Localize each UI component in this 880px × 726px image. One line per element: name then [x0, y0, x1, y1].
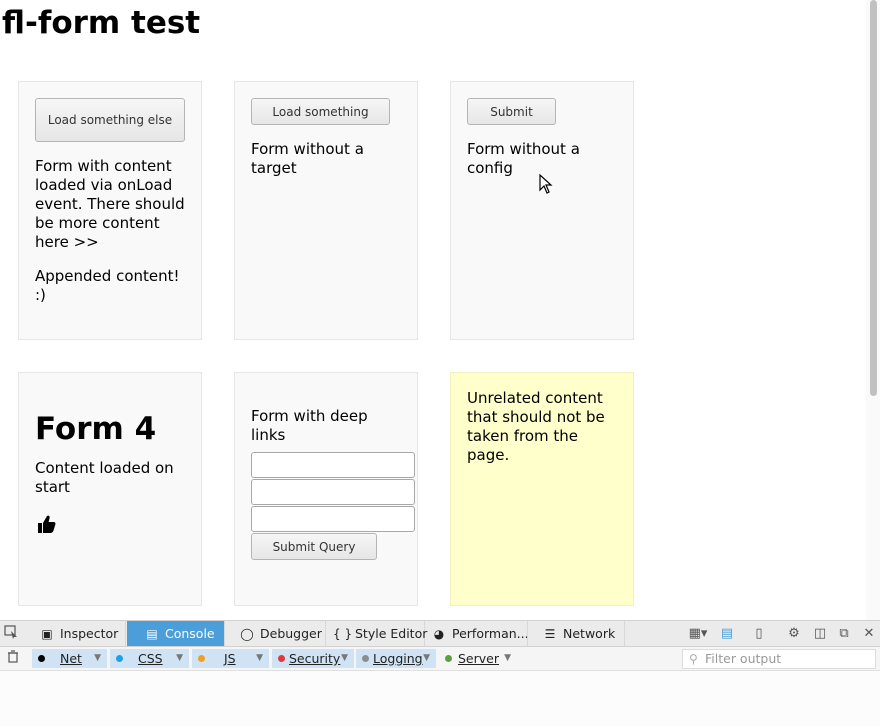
page-scrollbar[interactable] [866, 0, 880, 620]
deep-link-field-2[interactable] [251, 479, 415, 505]
net-dot-icon [38, 655, 45, 662]
dock-side-icon[interactable]: ◫ [811, 625, 829, 643]
logging-dot-icon [362, 655, 369, 662]
search-icon: ⚲ [689, 652, 698, 666]
filter-net[interactable]: Net ▼ [32, 649, 107, 668]
devtools-toolbar: ▣ Inspector ▤ Console ◯ Debugger { } Style E… [0, 621, 880, 647]
page-title: fl-form test [2, 5, 201, 41]
tab-network[interactable]: ☰ Network [529, 621, 625, 646]
debugger-icon: ◯ [240, 627, 254, 641]
deep-link-field-1[interactable] [251, 452, 415, 478]
filter-output-input[interactable]: ⚲ Filter output [682, 649, 876, 669]
form-card-5: Form with deep links Submit Query [234, 372, 418, 606]
network-icon: ☰ [544, 627, 556, 641]
close-icon[interactable]: ✕ [860, 625, 878, 643]
tab-style-editor[interactable]: { } Style Editor [327, 621, 427, 646]
js-dot-icon [198, 655, 205, 662]
tab-performance[interactable]: ◕ Performan... [426, 621, 528, 646]
split-console-icon[interactable]: ▤ [718, 625, 736, 643]
braces-icon: { } [333, 627, 353, 641]
card-6-text: Unrelated content that should not be tak… [467, 389, 605, 464]
card-3-text: Form without a config [467, 140, 580, 177]
chevron-down-icon: ▼ [94, 653, 101, 663]
tab-inspector[interactable]: ▣ Inspector [30, 621, 126, 646]
tab-debugger[interactable]: ◯ Debugger [226, 621, 326, 646]
form-4-heading: Form 4 [35, 411, 157, 447]
thumbs-up-icon [35, 513, 185, 539]
deep-link-field-3[interactable] [251, 506, 415, 532]
load-something-button[interactable]: Load something [251, 98, 390, 125]
css-dot-icon [116, 655, 123, 662]
server-dot-icon [445, 655, 452, 662]
split-layout-icon[interactable]: ▦▾ [686, 625, 710, 643]
tab-console[interactable]: ▤ Console [127, 621, 225, 646]
filter-css[interactable]: CSS ▼ [110, 649, 189, 668]
devtools-panel: ▣ Inspector ▤ Console ◯ Debugger { } Style E… [0, 620, 880, 726]
trash-icon[interactable] [4, 650, 22, 668]
undock-window-icon[interactable]: ⧉ [835, 625, 853, 643]
card-5-text: Form with deep links [251, 407, 368, 444]
form-card-3: Submit Form without a config [450, 81, 634, 340]
submit-query-button[interactable]: Submit Query [251, 533, 377, 560]
form-card-2: Load something Form without a target [234, 81, 418, 340]
filter-js[interactable]: JS ▼ [192, 649, 269, 668]
form-card-1: Load something else Form with content lo… [18, 81, 202, 340]
console-icon: ▤ [146, 627, 158, 641]
settings-gear-icon[interactable]: ⚙ [785, 625, 803, 643]
chevron-down-icon: ▼ [423, 653, 430, 663]
console-filter-bar: Net ▼ CSS ▼ JS ▼ Security ▼ Logging ▼ Se… [0, 647, 880, 671]
inspector-icon: ▣ [41, 627, 53, 641]
chevron-down-icon: ▼ [341, 653, 348, 663]
filter-server[interactable]: Server ▼ [439, 649, 517, 668]
filter-logging[interactable]: Logging ▼ [356, 649, 436, 668]
scrollbar-thumb[interactable] [870, 0, 877, 396]
card-1-text: Form with content loaded via onLoad even… [35, 157, 185, 251]
appended-content: Appended content! :) [35, 267, 180, 304]
load-something-else-button[interactable]: Load something else [35, 98, 185, 142]
submit-button[interactable]: Submit [467, 98, 556, 125]
security-dot-icon [278, 655, 285, 662]
form-card-4: Form 4 Content loaded on start [18, 372, 202, 606]
unrelated-content-card: Unrelated content that should not be tak… [450, 372, 634, 606]
filter-security[interactable]: Security ▼ [272, 649, 354, 668]
pick-element-icon[interactable] [2, 625, 20, 643]
card-4-text: Content loaded on start [35, 459, 174, 496]
responsive-mode-icon[interactable]: ▯ [750, 625, 768, 643]
card-2-text: Form without a target [251, 140, 364, 177]
performance-icon: ◕ [433, 627, 445, 641]
chevron-down-icon: ▼ [176, 653, 183, 663]
chevron-down-icon: ▼ [504, 653, 511, 663]
mouse-cursor-icon [539, 173, 553, 198]
chevron-down-icon: ▼ [256, 653, 263, 663]
